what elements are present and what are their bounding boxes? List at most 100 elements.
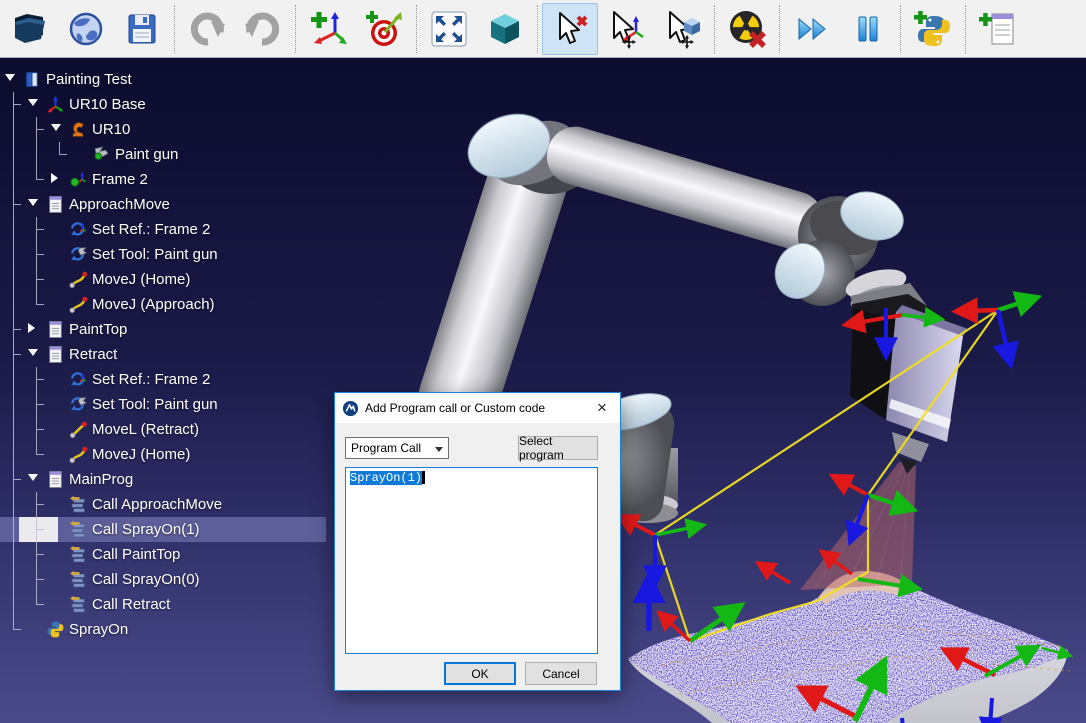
dialog-titlebar[interactable]: Add Program call or Custom code × bbox=[335, 393, 620, 423]
tree-item-sprayon[interactable]: SprayOn bbox=[0, 617, 326, 642]
tree-item-set-tool-paint-gun[interactable]: Set Tool: Paint gun bbox=[0, 392, 326, 417]
tree-item-label: UR10 Base bbox=[69, 92, 146, 117]
tree-item-movel-retract[interactable]: MoveL (Retract) bbox=[0, 417, 326, 442]
tree-guide bbox=[14, 479, 21, 480]
tree-item-movej-home[interactable]: MoveJ (Home) bbox=[0, 267, 326, 292]
open-button[interactable] bbox=[2, 3, 58, 55]
tree-item-label: Call SprayOn(1) bbox=[92, 517, 200, 542]
tree-item-paint-gun[interactable]: Paint gun bbox=[0, 142, 326, 167]
tree-item-call-retract[interactable]: Call Retract bbox=[0, 592, 326, 617]
text-caret bbox=[422, 471, 425, 484]
fast-simulation-icon bbox=[792, 9, 832, 49]
movej-icon bbox=[69, 445, 88, 464]
undo-button[interactable] bbox=[179, 3, 235, 55]
tree-item-ur10[interactable]: UR10 bbox=[0, 117, 326, 142]
select-button[interactable] bbox=[542, 3, 598, 55]
redo-icon bbox=[243, 9, 283, 49]
tree-guide bbox=[13, 292, 14, 317]
tree-item-movej-approach[interactable]: MoveJ (Approach) bbox=[0, 292, 326, 317]
tree-guide bbox=[37, 529, 44, 530]
add-reference-frame-button[interactable] bbox=[300, 3, 356, 55]
tree-guide bbox=[13, 592, 14, 617]
move-reference-button[interactable] bbox=[598, 3, 654, 55]
collapse-arrow-icon[interactable] bbox=[28, 349, 38, 356]
fit-all-icon bbox=[429, 9, 469, 49]
add-program-button[interactable] bbox=[970, 3, 1026, 55]
tree-guide bbox=[37, 454, 44, 455]
call-icon bbox=[69, 595, 88, 614]
tree-guide bbox=[13, 267, 14, 292]
tree-item-painttop[interactable]: PaintTop bbox=[0, 317, 326, 342]
call-icon bbox=[69, 495, 88, 514]
tree-item-retract[interactable]: Retract bbox=[0, 342, 326, 367]
tree-item-call-sprayon-1[interactable]: Call SprayOn(1) bbox=[0, 517, 326, 542]
cancel-button[interactable]: Cancel bbox=[525, 662, 597, 685]
tree-item-label: MoveL (Retract) bbox=[92, 417, 199, 442]
movej-icon bbox=[69, 270, 88, 289]
tree-item-set-ref-frame-2[interactable]: Set Ref.: Frame 2 bbox=[0, 217, 326, 242]
add-target-button[interactable] bbox=[356, 3, 412, 55]
tree-item-frame-2[interactable]: Frame 2 bbox=[0, 167, 326, 192]
online-library-button[interactable] bbox=[58, 3, 114, 55]
expand-arrow-icon[interactable] bbox=[28, 323, 35, 333]
collapse-arrow-icon[interactable] bbox=[5, 74, 15, 81]
add-python-program-button[interactable] bbox=[905, 3, 961, 55]
tree-item-set-tool-paint-gun[interactable]: Set Tool: Paint gun bbox=[0, 242, 326, 267]
robodk-logo-icon bbox=[342, 400, 359, 417]
tree-guide bbox=[13, 142, 14, 167]
collapse-arrow-icon[interactable] bbox=[28, 99, 38, 106]
ok-button[interactable]: OK bbox=[444, 662, 516, 685]
collapse-arrow-icon[interactable] bbox=[28, 199, 38, 206]
robot-icon bbox=[69, 120, 88, 139]
tree-guide bbox=[60, 154, 67, 155]
fit-all-button[interactable] bbox=[421, 3, 477, 55]
toolbar-separator bbox=[174, 5, 175, 53]
program-call-code-input[interactable]: SprayOn(1) bbox=[345, 467, 598, 654]
tree-item-label: Paint gun bbox=[115, 142, 178, 167]
tree-item-label: Call SprayOn(0) bbox=[92, 567, 200, 592]
expand-arrow-icon[interactable] bbox=[51, 173, 58, 183]
fast-simulation-button[interactable] bbox=[784, 3, 840, 55]
tree-item-label: MoveJ (Home) bbox=[92, 267, 190, 292]
move-object-button[interactable] bbox=[654, 3, 710, 55]
tree-item-set-ref-frame-2[interactable]: Set Ref.: Frame 2 bbox=[0, 367, 326, 392]
program-icon bbox=[46, 470, 65, 489]
settool-icon bbox=[69, 245, 88, 264]
redo-button[interactable] bbox=[235, 3, 291, 55]
program-call-type-select[interactable]: Program Call bbox=[345, 437, 449, 459]
tree-item-call-approachmove[interactable]: Call ApproachMove bbox=[0, 492, 326, 517]
collision-check-button[interactable] bbox=[719, 3, 775, 55]
collapse-arrow-icon[interactable] bbox=[28, 474, 38, 481]
tree-item-call-painttop[interactable]: Call PaintTop bbox=[0, 542, 326, 567]
tree-guide bbox=[37, 304, 44, 305]
pause-simulation-button[interactable] bbox=[840, 3, 896, 55]
tree-item-ur10-base[interactable]: UR10 Base bbox=[0, 92, 326, 117]
tree-guide bbox=[37, 179, 44, 180]
tree-item-label: MoveJ (Approach) bbox=[92, 292, 215, 317]
tree-item-painting-test[interactable]: Painting Test bbox=[0, 67, 326, 92]
tree-item-movej-home[interactable]: MoveJ (Home) bbox=[0, 442, 326, 467]
tree-item-approachmove[interactable]: ApproachMove bbox=[0, 192, 326, 217]
tree-item-label: PaintTop bbox=[69, 317, 127, 342]
select-program-button[interactable]: Select program bbox=[518, 436, 598, 460]
add-program-icon bbox=[978, 9, 1018, 49]
station-icon bbox=[23, 70, 42, 89]
robodk-window: Painting TestUR10 BaseUR10Paint gunFrame… bbox=[0, 0, 1086, 723]
program-icon bbox=[46, 345, 65, 364]
tree-guide bbox=[13, 492, 14, 517]
call-icon bbox=[69, 545, 88, 564]
tree-item-label: UR10 bbox=[92, 117, 130, 142]
tree-item-call-sprayon-0[interactable]: Call SprayOn(0) bbox=[0, 567, 326, 592]
tree-item-label: ApproachMove bbox=[69, 192, 170, 217]
collapse-arrow-icon[interactable] bbox=[51, 124, 61, 131]
tree-guide bbox=[13, 417, 14, 442]
setref-icon bbox=[69, 220, 88, 239]
close-icon[interactable]: × bbox=[591, 397, 613, 419]
tool-icon bbox=[92, 145, 111, 164]
save-button[interactable] bbox=[114, 3, 170, 55]
tree-guide bbox=[14, 354, 21, 355]
isometric-view-button[interactable] bbox=[477, 3, 533, 55]
tree-item-mainprog[interactable]: MainProg bbox=[0, 467, 326, 492]
online-library-icon bbox=[66, 9, 106, 49]
open-icon bbox=[10, 9, 50, 49]
